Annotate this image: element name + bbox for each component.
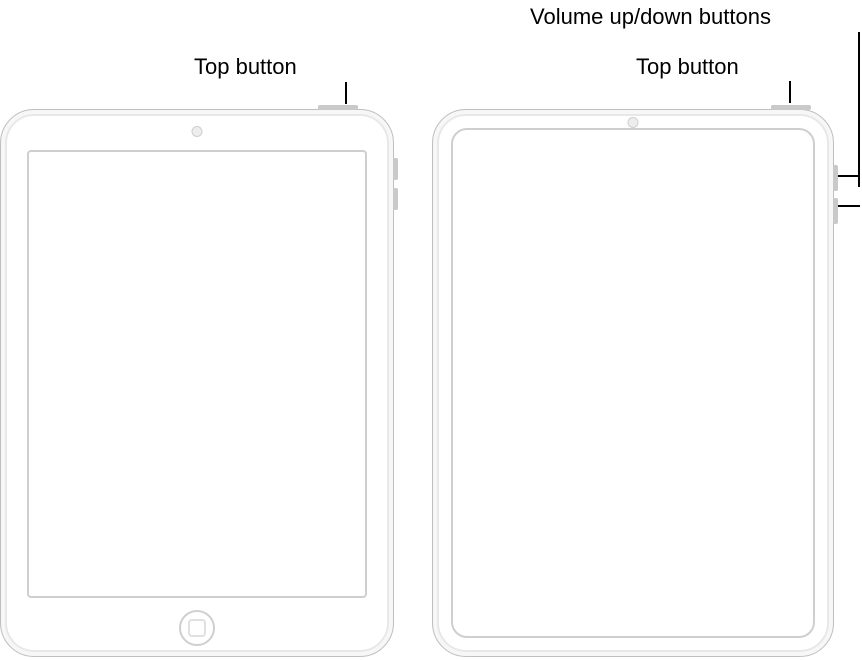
top-button-label-right: Top button — [636, 55, 739, 79]
volume-buttons-label: Volume up/down buttons — [530, 5, 771, 29]
leader-line — [858, 32, 860, 187]
top-button-icon — [318, 105, 358, 110]
ipad-with-home-button — [0, 109, 394, 657]
leader-line — [345, 82, 347, 104]
front-camera-icon — [628, 117, 639, 128]
top-button-icon — [771, 105, 811, 110]
side-button-icon — [393, 158, 398, 180]
front-camera-icon — [192, 126, 203, 137]
ipad-screen — [27, 150, 367, 598]
diagram-stage: Top button Top button Volume up/down but… — [0, 0, 862, 660]
side-button-icon — [393, 188, 398, 210]
ipad-without-home-button — [432, 109, 834, 657]
leader-line — [838, 205, 860, 207]
home-button-icon — [179, 610, 215, 646]
volume-up-button-icon — [833, 165, 838, 191]
leader-line — [838, 175, 860, 177]
ipad-screen — [451, 128, 815, 638]
leader-line — [789, 81, 791, 103]
volume-down-button-icon — [833, 198, 838, 224]
top-button-label-left: Top button — [194, 55, 297, 79]
